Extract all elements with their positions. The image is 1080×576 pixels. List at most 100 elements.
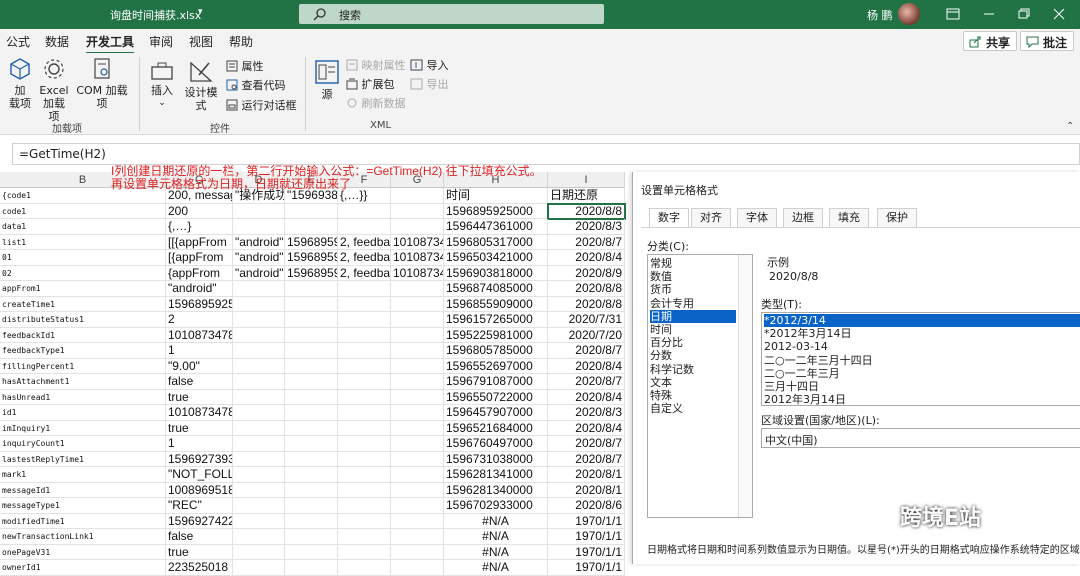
run-dialog-button[interactable]: 运行对话框 — [226, 99, 297, 112]
table-cell[interactable]: 1 — [166, 343, 233, 359]
collapse-ribbon-icon[interactable]: ⌃ — [1066, 121, 1074, 132]
table-cell[interactable]: "9.00" — [166, 358, 233, 374]
table-cell[interactable]: 2020/8/7 — [548, 436, 625, 452]
table-cell[interactable] — [391, 312, 444, 328]
table-cell[interactable]: 1596702933000 — [444, 498, 548, 514]
table-cell[interactable]: #N/A — [444, 560, 548, 576]
table-cell[interactable]: 100896951839 — [166, 482, 233, 498]
table-cell[interactable]: 2, feedba — [338, 234, 391, 250]
table-cell[interactable] — [338, 513, 391, 529]
table-cell[interactable]: 1596447361000 — [444, 219, 548, 235]
table-cell[interactable]: 1596805785000 — [444, 343, 548, 359]
table-cell[interactable] — [391, 467, 444, 483]
table-cell[interactable]: 2020/8/4 — [548, 420, 625, 436]
table-cell[interactable] — [391, 203, 444, 219]
table-cell[interactable]: 时间 — [444, 188, 548, 204]
table-cell[interactable]: 2020/7/20 — [548, 327, 625, 343]
table-cell[interactable]: 1596927422000 — [166, 513, 233, 529]
table-cell[interactable]: 2020/8/6 — [548, 498, 625, 514]
table-cell[interactable] — [285, 420, 338, 436]
table-cell[interactable]: 101087347839 — [166, 405, 233, 421]
table-cell[interactable]: 1596895925000 — [444, 203, 548, 219]
table-cell[interactable]: 1596731038000 — [444, 451, 548, 467]
table-cell[interactable]: #N/A — [444, 513, 548, 529]
table-cell[interactable]: data1 — [0, 219, 166, 235]
table-cell[interactable] — [391, 374, 444, 390]
search-box[interactable]: 搜索 — [299, 4, 604, 24]
tab-alignment[interactable]: 对齐 — [691, 208, 731, 227]
table-cell[interactable] — [233, 374, 285, 390]
table-cell[interactable]: true — [166, 389, 233, 405]
comments-button[interactable]: 批注 — [1020, 31, 1075, 51]
table-cell[interactable]: 1596281341000 — [444, 467, 548, 483]
close-icon[interactable] — [1050, 5, 1068, 23]
category-item[interactable]: 日期 — [650, 309, 736, 323]
table-cell[interactable]: #N/A — [444, 544, 548, 560]
active-cell[interactable]: 2020/8/8 — [547, 202, 626, 220]
export-button[interactable]: 导出 — [410, 78, 449, 91]
tab-formulas[interactable]: 公式 — [6, 33, 30, 50]
type-list[interactable]: *2012/3/14 *2012年3月14日 2012-03-14 二○一二年三月十四… — [761, 312, 1080, 406]
properties-button[interactable]: 属性 — [226, 60, 264, 73]
table-cell[interactable] — [391, 343, 444, 359]
table-cell[interactable]: appFrom1 — [0, 281, 166, 297]
avatar[interactable] — [898, 3, 920, 25]
tab-protection[interactable]: 保护 — [877, 208, 917, 227]
category-item[interactable]: 时间 — [650, 323, 736, 336]
table-cell[interactable]: hasUnread1 — [0, 389, 166, 405]
excel-addins-button[interactable]: Excel 加载项 — [38, 57, 70, 123]
table-cell[interactable] — [285, 281, 338, 297]
table-cell[interactable] — [233, 498, 285, 514]
table-cell[interactable]: 1970/1/1 — [548, 529, 625, 545]
table-cell[interactable]: "REC" — [166, 498, 233, 514]
restore-icon[interactable] — [1014, 5, 1032, 23]
table-cell[interactable] — [338, 296, 391, 312]
type-item[interactable]: 二○一二年三月 — [764, 367, 1080, 380]
expansion-pack-button[interactable]: 扩展包 — [346, 78, 395, 91]
category-item[interactable]: 分数 — [650, 349, 736, 362]
table-cell[interactable]: 2, feedba — [338, 250, 391, 266]
table-cell[interactable]: false — [166, 374, 233, 390]
tab-fill[interactable]: 填充 — [829, 208, 869, 227]
table-cell[interactable] — [233, 358, 285, 374]
tab-number[interactable]: 数字 — [649, 208, 689, 228]
table-cell[interactable]: 1596903818000 — [444, 265, 548, 281]
table-cell[interactable] — [391, 451, 444, 467]
table-cell[interactable] — [285, 451, 338, 467]
table-cell[interactable] — [233, 544, 285, 560]
table-cell[interactable] — [233, 420, 285, 436]
table-cell[interactable] — [285, 529, 338, 545]
table-cell[interactable] — [285, 374, 338, 390]
table-cell[interactable] — [338, 436, 391, 452]
table-cell[interactable] — [338, 529, 391, 545]
table-cell[interactable] — [338, 451, 391, 467]
table-cell[interactable]: 10108734 — [391, 265, 444, 281]
type-item[interactable]: *2012年3月14日 — [764, 327, 1080, 340]
table-cell[interactable]: 2020/8/7 — [548, 234, 625, 250]
table-cell[interactable] — [233, 513, 285, 529]
table-cell[interactable]: 1596927393000 — [166, 451, 233, 467]
view-code-button[interactable]: 查看代码 — [226, 79, 286, 92]
table-cell[interactable]: 2020/8/7 — [548, 374, 625, 390]
minimize-icon[interactable] — [980, 5, 998, 23]
table-cell[interactable] — [285, 327, 338, 343]
table-cell[interactable] — [391, 405, 444, 421]
table-cell[interactable] — [233, 467, 285, 483]
table-cell[interactable] — [285, 343, 338, 359]
table-cell[interactable] — [285, 405, 338, 421]
tab-help[interactable]: 帮助 — [229, 33, 253, 50]
table-cell[interactable] — [285, 498, 338, 514]
table-cell[interactable]: 2020/8/7 — [548, 343, 625, 359]
table-cell[interactable]: #N/A — [444, 529, 548, 545]
table-cell[interactable]: 1596503421000 — [444, 250, 548, 266]
table-cell[interactable]: 2020/8/4 — [548, 389, 625, 405]
table-cell[interactable]: distributeStatus1 — [0, 312, 166, 328]
category-item[interactable]: 常规 — [650, 257, 736, 270]
table-cell[interactable] — [338, 420, 391, 436]
table-cell[interactable]: 15968959 — [285, 250, 338, 266]
table-cell[interactable]: 1595225981000 — [444, 327, 548, 343]
table-cell[interactable] — [338, 560, 391, 576]
table-cell[interactable] — [391, 513, 444, 529]
table-cell[interactable] — [338, 219, 391, 235]
table-cell[interactable]: 15968959 — [285, 234, 338, 250]
